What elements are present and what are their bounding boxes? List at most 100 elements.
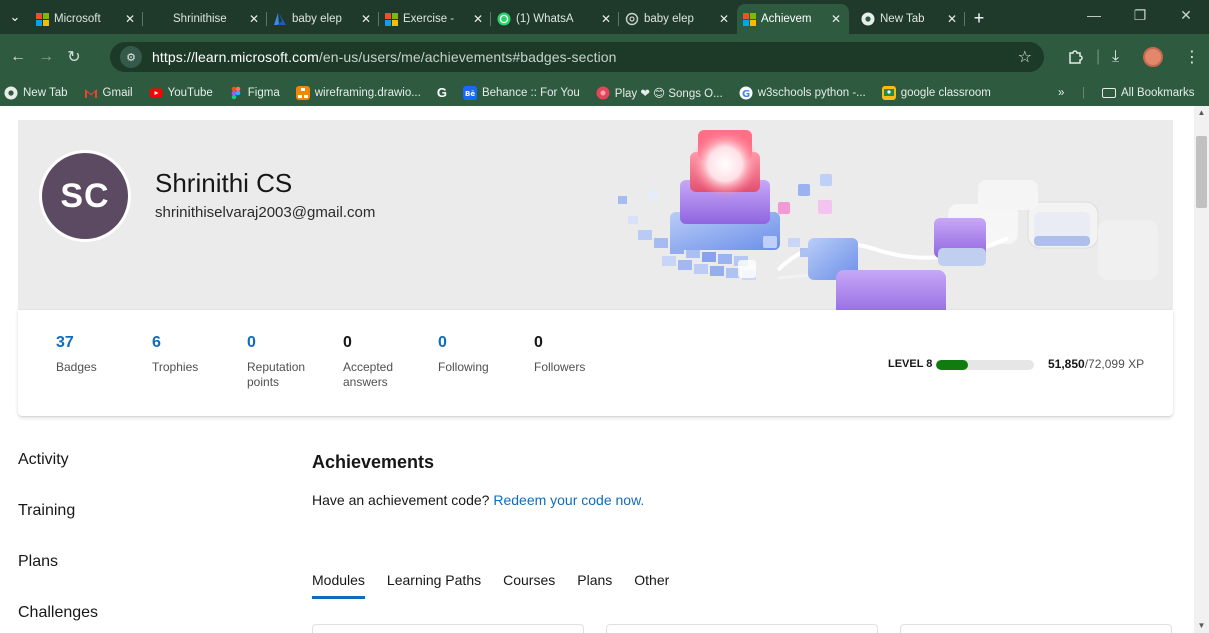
close-icon[interactable]: ✕ <box>829 12 843 26</box>
bookmark-youtube[interactable]: YouTube <box>149 86 213 100</box>
site-info-icon[interactable]: ⚙ <box>120 46 142 68</box>
microsoft-logo-icon <box>36 12 49 26</box>
chrome-icon <box>861 12 875 26</box>
scroll-down-icon[interactable]: ▼ <box>1194 619 1209 633</box>
back-button[interactable]: ← <box>4 43 32 71</box>
badge-card[interactable] <box>606 624 878 633</box>
close-icon[interactable]: ✕ <box>945 12 959 26</box>
bookmark-figma[interactable]: Figma <box>229 86 280 100</box>
url-text[interactable]: https://learn.microsoft.com/en-us/users/… <box>152 49 617 65</box>
minimize-button[interactable]: — <box>1071 0 1117 30</box>
restore-button[interactable]: ❐ <box>1117 0 1163 30</box>
address-bar[interactable]: ⚙ https://learn.microsoft.com/en-us/user… <box>110 42 1044 72</box>
all-bookmarks-button[interactable]: All Bookmarks <box>1102 87 1195 99</box>
bookmark-songs[interactable]: Play ❤ 😊 Songs O... <box>596 86 723 100</box>
tab-strip: ⌄ Microsoft ✕ Shrinithise ✕ baby elep ✕ … <box>0 0 1209 34</box>
achievements-tabs: Modules Learning Paths Courses Plans Oth… <box>312 572 691 599</box>
browser-tab-active[interactable]: Achievem ✕ <box>737 4 849 34</box>
bookmark-label: Figma <box>247 86 280 99</box>
classroom-icon <box>881 85 896 100</box>
bookmarks-bar: New Tab Gmail YouTube Figma wireframing.… <box>0 79 1209 106</box>
profile-name: Shrinithi CS <box>155 168 293 198</box>
xp-progress-bar <box>936 360 1034 370</box>
close-window-button[interactable]: ✕ <box>1163 0 1209 30</box>
bookmark-classroom[interactable]: google classroom <box>881 85 991 100</box>
stat-value: 37 <box>56 334 74 351</box>
redeem-code-link[interactable]: Redeem your code now. <box>493 492 644 508</box>
bookmark-new-tab[interactable]: New Tab <box>4 86 68 100</box>
download-icon[interactable]: ⤓ <box>1112 34 1119 79</box>
tab-courses[interactable]: Courses <box>503 572 555 599</box>
tab-search-button[interactable]: ⌄ <box>0 0 30 34</box>
browser-tab[interactable]: Microsoft ✕ <box>30 4 143 34</box>
browser-tab[interactable]: Shrinithise ✕ <box>143 4 267 34</box>
bookmark-drawio[interactable]: wireframing.drawio... <box>295 85 421 100</box>
stat-label: Followers <box>534 360 586 374</box>
bookmarks-overflow-button[interactable]: » <box>1058 87 1064 99</box>
avatar <box>1143 46 1163 67</box>
achievements-heading: Achievements <box>312 452 435 472</box>
tab-plans[interactable]: Plans <box>577 572 612 599</box>
bookmark-label: Gmail <box>102 86 133 99</box>
badge-card[interactable] <box>900 624 1172 633</box>
profile-avatar: SC <box>39 150 131 242</box>
tab-modules[interactable]: Modules <box>312 572 365 599</box>
new-tab-button[interactable]: + <box>965 4 993 34</box>
sidenav-item-plans[interactable]: Plans <box>18 553 98 604</box>
sidenav-item-activity[interactable]: Activity <box>18 451 98 502</box>
redeem-prompt: Have an achievement code? Redeem your co… <box>312 492 644 508</box>
bookmark-behance[interactable]: Bē Behance :: For You <box>462 85 580 100</box>
browser-tab[interactable]: Exercise - ✕ <box>379 4 491 34</box>
sidenav-item-training[interactable]: Training <box>18 502 98 553</box>
stat-following[interactable]: 0 Following <box>438 334 489 375</box>
stat-label: Accepted answers <box>343 360 394 389</box>
tab-other[interactable]: Other <box>634 572 669 599</box>
browser-tab[interactable]: (1) WhatsA ✕ <box>491 4 619 34</box>
bookmark-star-icon[interactable]: ☆ <box>1018 47 1032 67</box>
close-icon[interactable]: ✕ <box>717 12 731 26</box>
close-icon[interactable]: ✕ <box>599 12 613 26</box>
sidenav-item-challenges[interactable]: Challenges <box>18 604 98 633</box>
close-icon[interactable]: ✕ <box>123 12 137 26</box>
tab-title: Exercise - <box>403 13 455 25</box>
url-host: https://learn.microsoft.com <box>152 49 319 65</box>
browser-tab[interactable]: New Tab ✕ <box>849 4 965 34</box>
scrollbar-thumb[interactable] <box>1196 136 1207 208</box>
bookmark-label: Behance :: For You <box>481 86 580 99</box>
close-icon[interactable]: ✕ <box>471 12 485 26</box>
tab-title: (1) WhatsA <box>516 13 574 25</box>
xp-progress-fill <box>936 360 969 370</box>
all-bookmarks-label: All Bookmarks <box>1121 86 1195 99</box>
stat-value: 0 <box>343 334 352 351</box>
stat-value: 0 <box>438 334 447 351</box>
page-scrollbar[interactable]: ▲ ▼ <box>1194 106 1209 633</box>
openai-icon <box>625 12 639 26</box>
stat-badges[interactable]: 37 Badges <box>56 334 97 375</box>
stat-value: 6 <box>152 334 161 351</box>
tab-learning-paths[interactable]: Learning Paths <box>387 572 481 599</box>
reload-button[interactable]: ↻ <box>60 43 88 71</box>
extensions-icon[interactable] <box>1066 34 1084 79</box>
stat-trophies[interactable]: 6 Trophies <box>152 334 198 375</box>
microsoft-logo-icon <box>743 12 756 26</box>
browser-tab[interactable]: baby elep ✕ <box>619 4 737 34</box>
badge-card[interactable] <box>312 624 584 633</box>
stat-reputation[interactable]: 0 Reputation points <box>247 334 317 390</box>
bookmark-w3schools[interactable]: G w3schools python -... <box>739 86 866 100</box>
overflow-label: » <box>1058 86 1065 99</box>
close-icon[interactable]: ✕ <box>247 12 261 26</box>
forward-button[interactable]: → <box>32 43 60 71</box>
reload-icon: ↻ <box>67 48 81 66</box>
google-g-icon: G <box>436 85 447 100</box>
scroll-up-icon[interactable]: ▲ <box>1194 106 1209 120</box>
browser-tab[interactable]: baby elep ✕ <box>267 4 379 34</box>
svg-text:Bē: Bē <box>465 90 475 98</box>
kebab-menu-icon[interactable]: ⋮ <box>1184 34 1200 79</box>
bookmark-gmail[interactable]: Gmail <box>84 86 133 100</box>
close-icon[interactable]: ✕ <box>359 12 373 26</box>
redeem-prompt-text: Have an achievement code? <box>312 492 490 508</box>
xp-text: 51,850/72,099 XP <box>1048 357 1144 371</box>
profile-avatar-button[interactable] <box>1143 34 1163 79</box>
bookmark-google[interactable]: G <box>437 85 447 100</box>
tab-title: Achievem <box>761 13 812 25</box>
